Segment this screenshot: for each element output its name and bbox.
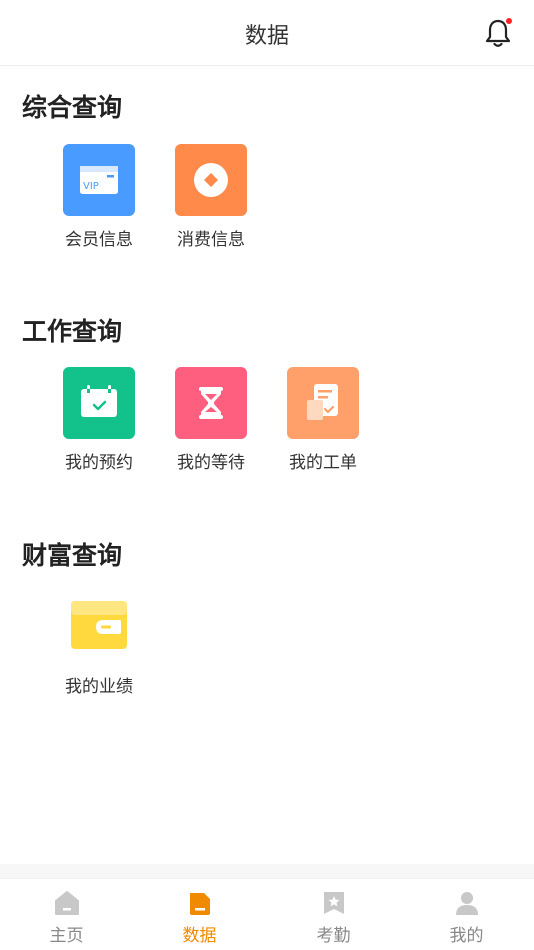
- notification-dot: [506, 18, 512, 24]
- my-appointments-tile: [63, 367, 135, 439]
- user-icon: [455, 892, 478, 915]
- my-work-order-button[interactable]: 我的工单: [273, 367, 373, 473]
- tab-data-label: 数据: [182, 926, 217, 946]
- member-info-label: 会员信息: [65, 230, 133, 250]
- my-work-order-label: 我的工单: [289, 453, 357, 473]
- my-waiting-tile: [175, 367, 247, 439]
- page-title: 数据: [244, 24, 289, 49]
- bookmark-star-icon: [323, 892, 344, 914]
- section-title-work-query: 工作查询: [22, 317, 123, 346]
- my-appointments-label: 我的预约: [65, 453, 133, 473]
- tab-attendance-label: 考勤: [316, 926, 351, 946]
- home-icon: [54, 891, 79, 915]
- tab-home[interactable]: 主页: [0, 879, 133, 950]
- consumption-info-button[interactable]: 消费信息: [161, 144, 261, 250]
- tab-mine-label: 我的: [449, 926, 484, 946]
- notification-button[interactable]: [484, 18, 512, 48]
- wallet-icon: [71, 601, 127, 649]
- my-waiting-label: 我的等待: [177, 453, 245, 473]
- member-info-button[interactable]: VIP 会员信息: [49, 144, 149, 250]
- tab-home-label: 主页: [49, 926, 84, 946]
- my-performance-tile: [63, 591, 135, 663]
- tab-mine[interactable]: 我的: [400, 879, 533, 950]
- consumption-info-label: 消费信息: [177, 230, 245, 250]
- tab-data[interactable]: 数据: [133, 879, 266, 950]
- vip-card-icon: VIP: [80, 166, 118, 194]
- section-title-wealth-query: 财富查询: [22, 541, 123, 570]
- member-info-tile: VIP: [63, 144, 135, 216]
- work-order-icon: [307, 384, 338, 420]
- my-performance-label: 我的业绩: [65, 677, 133, 697]
- data-icon: [189, 893, 210, 915]
- coin-icon: [194, 163, 228, 197]
- my-performance-button[interactable]: 我的业绩: [49, 591, 149, 697]
- my-appointments-button[interactable]: 我的预约: [49, 367, 149, 473]
- vip-badge-text: VIP: [83, 181, 99, 192]
- calendar-check-icon: [81, 385, 117, 417]
- top-bar: 数据: [0, 0, 534, 66]
- my-waiting-button[interactable]: 我的等待: [161, 367, 261, 473]
- section-title-general-query: 综合查询: [22, 93, 123, 122]
- bottom-tab-bar: 主页 数据 考勤 我的: [0, 878, 534, 950]
- consumption-info-tile: [175, 144, 247, 216]
- my-work-order-tile: [287, 367, 359, 439]
- hourglass-icon: [199, 387, 223, 419]
- tab-bar-divider: [0, 864, 534, 878]
- tab-attendance[interactable]: 考勤: [267, 879, 400, 950]
